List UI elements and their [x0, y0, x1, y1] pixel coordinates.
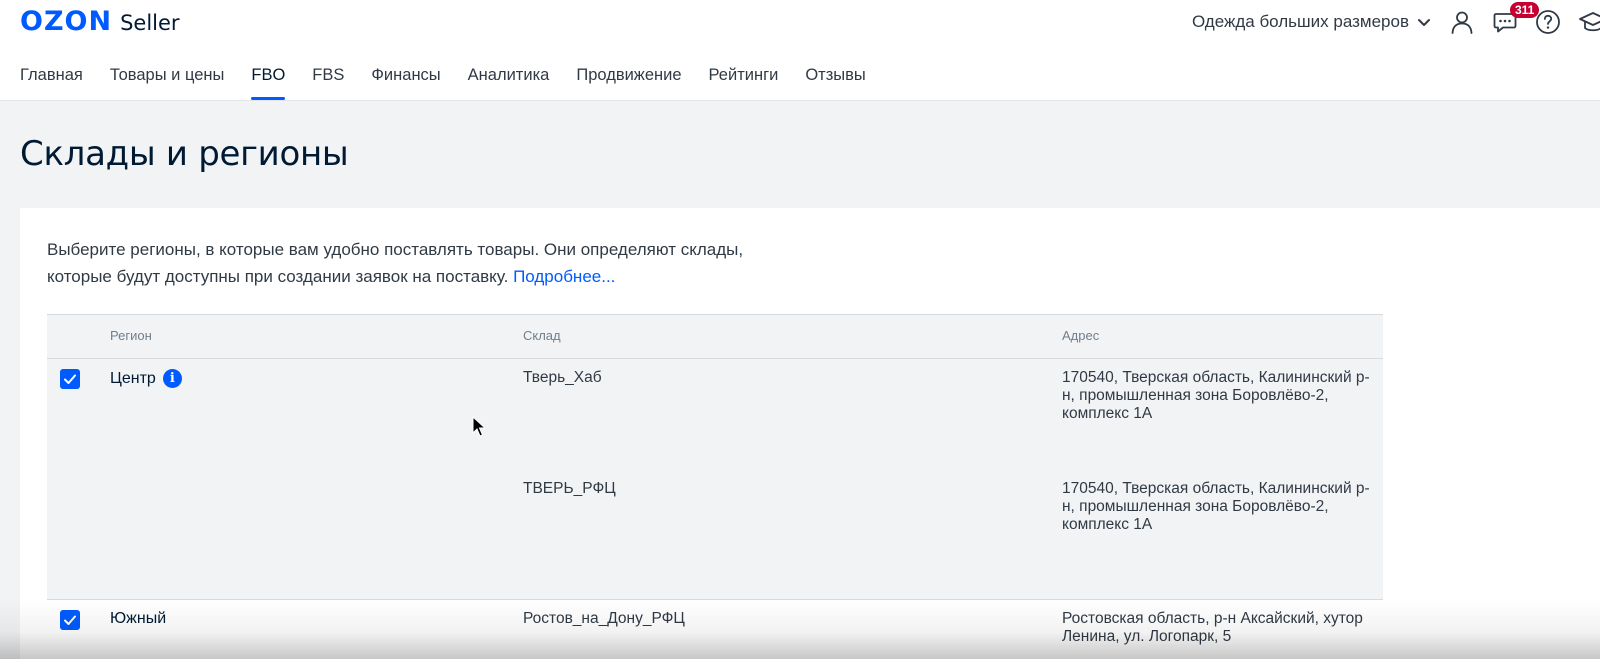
user-icon — [1451, 11, 1473, 34]
page-title: Склады и регионы — [20, 134, 349, 174]
nav-item-main[interactable]: Главная — [20, 66, 83, 100]
nav-item-ratings[interactable]: Рейтинги — [709, 66, 779, 100]
warehouse-name: Тверь_Хаб — [523, 369, 602, 386]
main-nav: Главная Товары и цены FBO FBS Финансы Ан… — [20, 66, 893, 100]
warehouses-card: Выберите регионы, в которые вам удобно п… — [20, 208, 1600, 659]
nav-item-analytics[interactable]: Аналитика — [468, 66, 550, 100]
store-selector[interactable]: Одежда больших размеров — [1192, 12, 1409, 32]
intro-description: Выберите регионы, в которые вам удобно п… — [47, 240, 744, 286]
nav-item-products[interactable]: Товары и цены — [110, 66, 225, 100]
top-bar: OZON Seller Одежда больших размеров 311 — [0, 0, 1600, 101]
region-cell: Южный — [110, 610, 166, 628]
info-icon[interactable]: i — [162, 369, 182, 388]
warehouse-address: 170540, Тверская область, Калининский р-… — [1062, 369, 1370, 422]
column-header-address: Адрес — [1062, 328, 1100, 343]
ozon-seller-logo[interactable]: OZON Seller — [20, 6, 180, 37]
help-button[interactable] — [1535, 9, 1561, 35]
nav-item-fbs[interactable]: FBS — [312, 66, 344, 100]
graduation-cap-icon[interactable] — [1578, 9, 1600, 35]
check-icon — [64, 374, 76, 384]
nav-item-fbo[interactable]: FBO — [251, 66, 285, 100]
table-header: Регион Склад Адрес — [47, 314, 1383, 359]
mouse-cursor-icon — [472, 416, 486, 437]
region-checkbox-center[interactable] — [60, 369, 80, 389]
regions-table: Регион Склад Адрес Центр i Тверь_Хаб 170… — [47, 314, 1383, 659]
warehouse-name: ТВЕРЬ_РФЦ — [523, 480, 616, 497]
intro-text: Выберите регионы, в которые вам удобно п… — [47, 236, 807, 290]
nav-item-finance[interactable]: Финансы — [371, 66, 440, 100]
region-checkbox-south[interactable] — [60, 610, 80, 630]
table-row: Южный Ростов_на_Дону_РФЦ Ростовская обла… — [47, 600, 1383, 659]
help-icon — [1536, 10, 1560, 34]
header-actions: Одежда больших размеров 311 — [1192, 0, 1600, 44]
region-name: Южный — [110, 610, 167, 627]
messages-button[interactable]: 311 — [1492, 2, 1540, 35]
table-row: Центр i Тверь_Хаб 170540, Тверская облас… — [47, 359, 1383, 600]
column-header-warehouse: Склад — [523, 328, 561, 343]
nav-item-promotion[interactable]: Продвижение — [576, 66, 681, 100]
chevron-down-icon[interactable] — [1415, 13, 1433, 31]
column-header-region: Регион — [110, 328, 152, 343]
logo-brand: OZON — [20, 6, 113, 37]
warehouse-address: 170540, Тверская область, Калининский р-… — [1062, 480, 1370, 533]
learn-more-link[interactable]: Подробнее... — [513, 267, 615, 286]
logo-product: Seller — [120, 11, 180, 35]
warehouse-name: Ростов_на_Дону_РФЦ — [523, 610, 685, 627]
region-name: Центр — [110, 369, 156, 387]
profile-button[interactable] — [1449, 9, 1475, 35]
warehouse-address: Ростовская область, р-н Аксайский, хутор… — [1062, 610, 1363, 645]
nav-item-reviews[interactable]: Отзывы — [805, 66, 865, 100]
check-icon — [64, 615, 76, 625]
region-cell: Центр i — [110, 369, 182, 388]
